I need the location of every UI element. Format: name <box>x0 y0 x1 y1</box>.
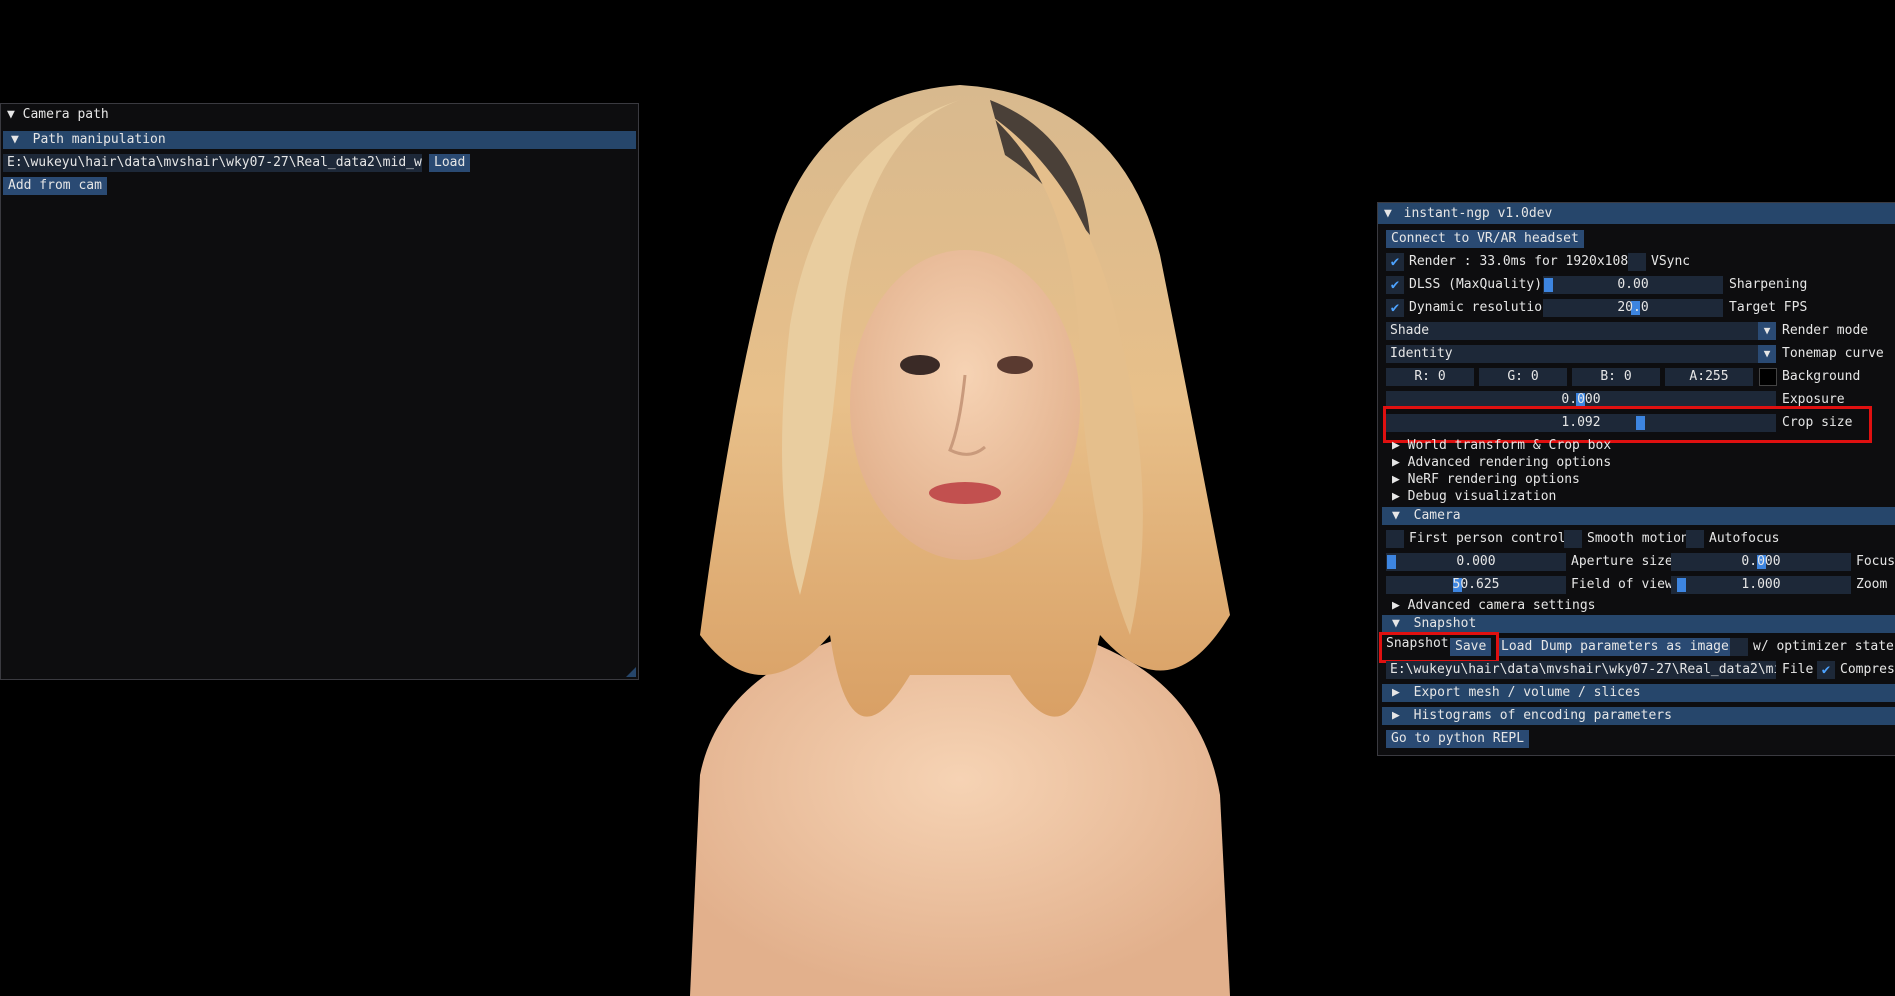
instant-ngp-titlebar[interactable]: ▼ instant-ngp v1.0dev <box>1378 203 1895 224</box>
tonemap-value: Identity <box>1390 346 1453 361</box>
fov-value: 50.625 <box>1452 577 1500 592</box>
first-person-checkbox[interactable] <box>1386 530 1404 548</box>
collapse-arrow-icon[interactable]: ▼ <box>1384 206 1392 221</box>
aperture-value: 0.000 <box>1456 554 1496 569</box>
fov-slider[interactable]: 50.625 <box>1386 576 1566 594</box>
expand-arrow-icon: ▶ <box>1392 708 1400 723</box>
python-repl-button[interactable]: Go to python REPL <box>1386 730 1530 748</box>
camera-path-titlebar[interactable]: ▼ Camera path <box>1 104 638 125</box>
collapse-arrow-icon[interactable]: ▼ <box>7 107 15 122</box>
histograms-section-label: Histograms of encoding parameters <box>1413 708 1672 723</box>
zoom-slider[interactable]: 1.000 <box>1671 576 1851 594</box>
aperture-slider[interactable]: 0.000 <box>1386 553 1566 571</box>
dynamic-resolution-checkbox[interactable]: ✔ <box>1386 299 1404 317</box>
snapshot-section-header[interactable]: ▼ Snapshot <box>1382 615 1895 633</box>
target-fps-value: 20.0 <box>1617 300 1649 315</box>
connect-vr-button[interactable]: Connect to VR/AR headset <box>1386 230 1584 248</box>
tonemap-label: Tonemap curve <box>1782 346 1884 361</box>
render-mode-label: Render mode <box>1782 323 1869 338</box>
smooth-motion-label: Smooth motion <box>1587 531 1689 546</box>
path-manipulation-label: Path manipulation <box>32 132 166 147</box>
resize-grip-icon[interactable] <box>626 667 636 677</box>
dynamic-resolution-label: Dynamic resolution <box>1409 300 1550 315</box>
path-manipulation-header[interactable]: ▼ Path manipulation <box>3 131 636 149</box>
tree-item-world-transform[interactable]: ▶ World transform & Crop box <box>1392 437 1611 454</box>
file-label: File <box>1782 662 1814 677</box>
background-label: Background <box>1782 369 1861 384</box>
instant-ngp-title: instant-ngp v1.0dev <box>1403 206 1553 221</box>
tree-item-advanced-rendering[interactable]: ▶ Advanced rendering options <box>1392 454 1611 471</box>
optimizer-state-checkbox[interactable] <box>1730 638 1748 656</box>
camera-path-window: ▼ Camera path ▼ Path manipulation E:\wuk… <box>0 103 639 680</box>
snapshot-path-input[interactable]: E:\wukeyu\hair\data\mvshair\wky07-27\Rea… <box>1386 661 1776 679</box>
camera-section-header[interactable]: ▼ Camera <box>1382 507 1895 525</box>
background-a-field[interactable]: A:255 <box>1665 368 1753 386</box>
export-section-label: Export mesh / volume / slices <box>1413 685 1641 700</box>
sharpening-label: Sharpening <box>1729 277 1808 292</box>
snapshot-load-button[interactable]: Load <box>1496 638 1538 656</box>
render-mode-combo[interactable]: Shade ▼ <box>1386 322 1776 340</box>
snapshot-section-label: Snapshot <box>1413 616 1477 631</box>
sharpening-slider[interactable]: 0.00 <box>1543 276 1723 294</box>
export-section-header[interactable]: ▶ Export mesh / volume / slices <box>1382 684 1895 702</box>
smooth-motion-checkbox[interactable] <box>1564 530 1582 548</box>
rendered-head-scene <box>690 85 1230 996</box>
fov-label: Field of view <box>1571 577 1673 592</box>
histograms-section-header[interactable]: ▶ Histograms of encoding parameters <box>1382 707 1895 725</box>
instant-ngp-window: ▼ instant-ngp v1.0dev Connect to VR/AR h… <box>1377 202 1895 756</box>
camera-path-input[interactable]: E:\wukeyu\hair\data\mvshair\wky07-27\Rea… <box>3 154 422 172</box>
optimizer-state-label: w/ optimizer state <box>1753 639 1894 654</box>
collapse-arrow-icon: ▼ <box>1392 616 1400 631</box>
sharpening-value: 0.00 <box>1617 277 1649 292</box>
render-checkbox[interactable]: ✔ <box>1386 253 1404 271</box>
chevron-down-icon[interactable]: ▼ <box>1758 345 1776 363</box>
vsync-label: VSync <box>1651 254 1691 269</box>
tonemap-combo[interactable]: Identity ▼ <box>1386 345 1776 363</box>
dlss-checkbox[interactable]: ✔ <box>1386 276 1404 294</box>
tree-item-nerf-rendering[interactable]: ▶ NeRF rendering options <box>1392 471 1580 488</box>
tree-item-advanced-camera[interactable]: ▶ Advanced camera settings <box>1392 597 1596 614</box>
focus-slider[interactable]: 0.000 <box>1671 553 1851 571</box>
compress-checkbox[interactable]: ✔ <box>1817 661 1835 679</box>
focus-label: Focus <box>1856 554 1895 569</box>
target-fps-slider[interactable]: 20.0 <box>1543 299 1723 317</box>
collapse-arrow-icon: ▼ <box>1392 508 1400 523</box>
compress-label: Compress <box>1840 662 1895 677</box>
first-person-label: First person controls <box>1409 531 1574 546</box>
dlss-label: DLSS (MaxQuality) <box>1409 277 1543 292</box>
zoom-value: 1.000 <box>1741 577 1781 592</box>
expand-arrow-icon: ▶ <box>1392 685 1400 700</box>
camera-section-label: Camera <box>1413 508 1461 523</box>
autofocus-label: Autofocus <box>1709 531 1780 546</box>
render-mode-value: Shade <box>1390 323 1430 338</box>
vsync-checkbox[interactable] <box>1628 253 1646 271</box>
aperture-label: Aperture size <box>1571 554 1673 569</box>
background-r-field[interactable]: R: 0 <box>1386 368 1474 386</box>
render-label: Render : 33.0ms for 1920x1080 <box>1409 254 1636 269</box>
background-b-field[interactable]: B: 0 <box>1572 368 1660 386</box>
snapshot-save-highlight <box>1379 632 1499 663</box>
target-fps-label: Target FPS <box>1729 300 1808 315</box>
dump-parameters-button[interactable]: Dump parameters as images <box>1536 638 1742 656</box>
autofocus-checkbox[interactable] <box>1686 530 1704 548</box>
collapse-arrow-icon: ▼ <box>11 132 19 147</box>
background-g-field[interactable]: G: 0 <box>1479 368 1567 386</box>
chevron-down-icon[interactable]: ▼ <box>1758 322 1776 340</box>
camera-path-load-button[interactable]: Load <box>429 154 471 172</box>
zoom-label: Zoom <box>1856 577 1888 592</box>
background-color-swatch[interactable] <box>1759 368 1777 386</box>
focus-value: 0.000 <box>1741 554 1781 569</box>
tree-item-debug-visualization[interactable]: ▶ Debug visualization <box>1392 488 1556 505</box>
camera-path-title: Camera path <box>22 107 109 122</box>
add-from-cam-button[interactable]: Add from cam <box>3 177 107 195</box>
